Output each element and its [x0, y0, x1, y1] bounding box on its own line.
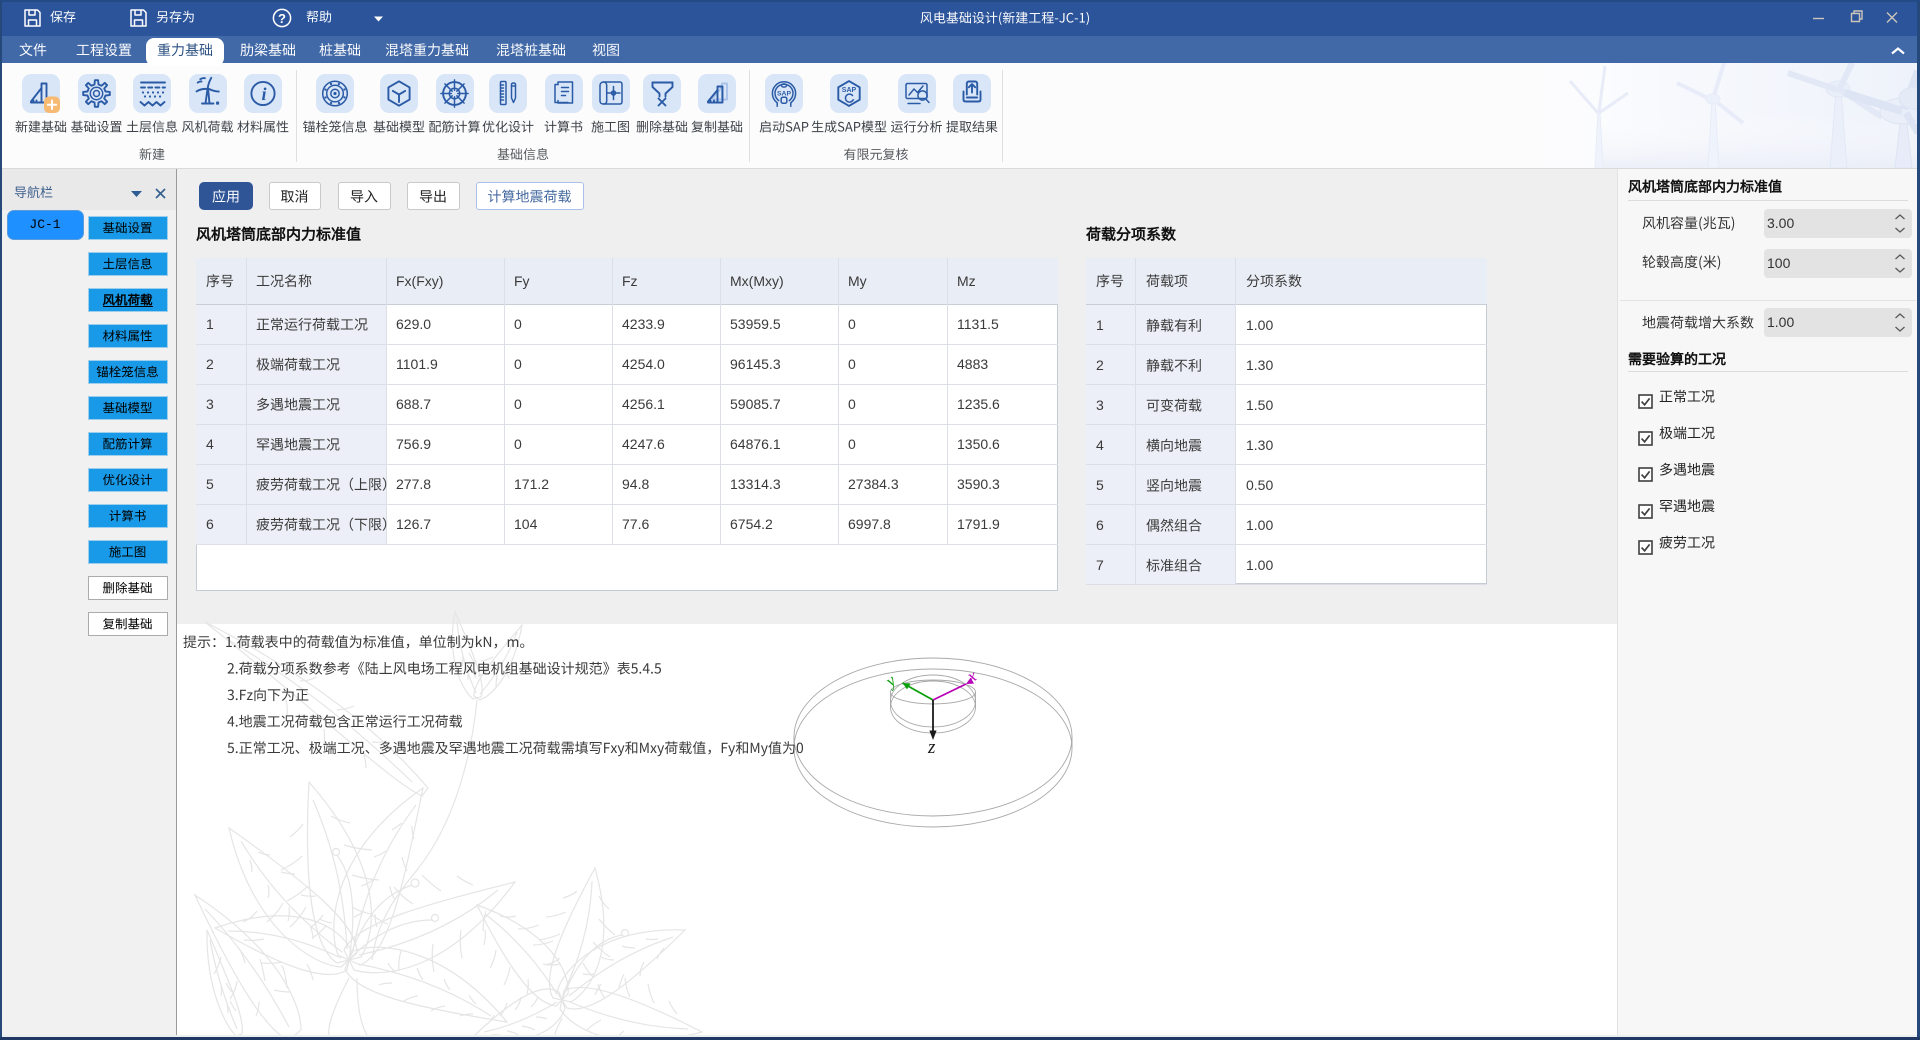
svg-text:z: z [927, 737, 936, 758]
svg-text:y: y [880, 671, 900, 692]
svg-text:?: ? [278, 11, 286, 26]
svg-text:SAP: SAP [777, 91, 791, 98]
svg-text:i: i [261, 84, 266, 104]
svg-text:SAP: SAP [842, 87, 857, 94]
